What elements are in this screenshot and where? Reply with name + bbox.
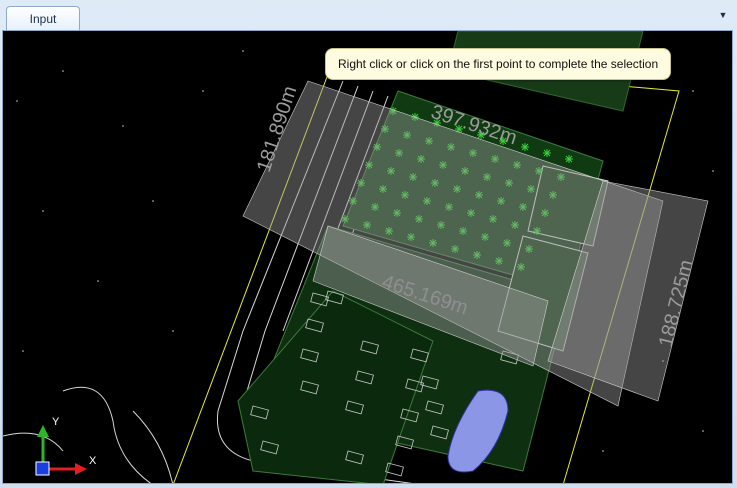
panel-dropdown-icon[interactable]: ▼ xyxy=(717,9,729,21)
ucs-y-label: Y xyxy=(52,416,60,428)
tree-icon xyxy=(565,155,573,163)
tree-icon xyxy=(521,143,529,151)
ucs-axis-icon: Y X xyxy=(31,411,111,483)
input-panel: Input ▼ 181.890m 397.932m 188.725m 465.1… xyxy=(0,0,737,488)
selection-tooltip: Right click or click on the first point … xyxy=(325,48,672,80)
tab-bar: Input ▼ xyxy=(0,0,737,30)
drawing-canvas[interactable]: 181.890m 397.932m 188.725m 465.169m Y X … xyxy=(2,30,733,484)
tree-icon xyxy=(543,149,551,157)
cad-drawing xyxy=(3,31,714,483)
tab-input[interactable]: Input xyxy=(6,6,80,30)
ucs-x-label: X xyxy=(89,455,97,467)
